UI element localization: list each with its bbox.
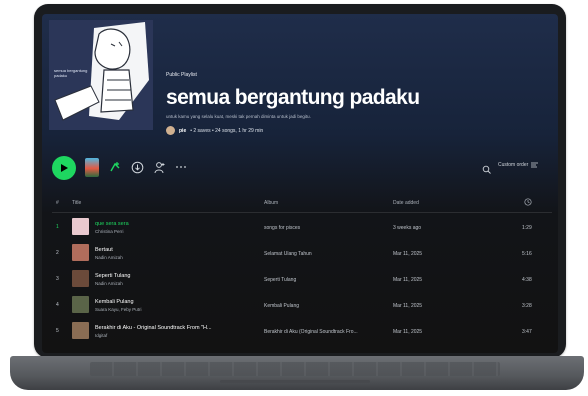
- keyboard: [90, 362, 500, 376]
- table-row[interactable]: 1 que sera sera Christina Perri songs fo…: [52, 216, 552, 238]
- header-num: #: [56, 200, 59, 206]
- table-row[interactable]: 4 Kembali Pulang Suara Kayu, Feby Putri …: [52, 294, 552, 316]
- search-icon: [482, 165, 491, 174]
- playlist-meta: pie • 2 saves • 24 songs, 1 hr 29 min: [166, 126, 546, 135]
- track-number: 4: [56, 302, 59, 308]
- download-icon: [131, 161, 143, 173]
- playlist-stats: • 2 saves • 24 songs, 1 hr 29 min: [190, 127, 264, 134]
- track-artist[interactable]: Suara Kayu, Feby Putri: [95, 307, 142, 312]
- track-artist[interactable]: Nadin Amizah: [95, 281, 123, 286]
- clock-icon: [524, 198, 532, 206]
- playlist-title[interactable]: semua bergantung padaku: [166, 86, 546, 110]
- play-icon: [61, 164, 68, 172]
- track-title[interactable]: que sera sera: [95, 221, 129, 227]
- action-bar: Custom order: [52, 156, 552, 182]
- header-duration: [524, 198, 532, 208]
- table-row[interactable]: 3 Seperti Tulang Nadin Amizah Seperti Tu…: [52, 268, 552, 290]
- track-thumbnail: [72, 296, 89, 313]
- tracklist-header: # Title Album Date added: [52, 196, 552, 210]
- cover-text: semua bergantung padaku: [54, 68, 88, 78]
- track-thumbnail: [72, 218, 89, 235]
- track-date-added: Mar 11, 2025: [393, 303, 423, 309]
- track-date-added: 3 weeks ago: [393, 225, 422, 231]
- invite-collaborator-button[interactable]: [152, 160, 166, 174]
- track-artist[interactable]: Christina Perri: [95, 229, 124, 234]
- download-button[interactable]: [130, 160, 144, 174]
- track-album[interactable]: Selamat Ulang Tahun: [264, 251, 312, 257]
- owner-avatar[interactable]: [166, 126, 175, 135]
- header-title[interactable]: Title: [72, 200, 81, 206]
- add-to-library-icon: [110, 162, 120, 172]
- track-duration: 3:47: [522, 329, 532, 335]
- track-album[interactable]: songs for pisces: [264, 225, 300, 231]
- track-duration: 4:38: [522, 277, 532, 283]
- track-album[interactable]: Berakhir di Aku (Original Soundtrack Fro…: [264, 329, 358, 335]
- playlist-cover: semua bergantung padaku: [49, 20, 153, 130]
- spotify-screen: semua bergantung padaku Public Playlist …: [42, 14, 558, 353]
- playlist-type-label: Public Playlist: [166, 72, 197, 78]
- list-icon: [531, 162, 539, 168]
- table-row[interactable]: 2 Bertaut Nadin Amizah Selamat Ulang Tah…: [52, 242, 552, 264]
- more-icon: [176, 166, 186, 168]
- track-duration: 3:28: [522, 303, 532, 309]
- track-number: 2: [56, 250, 59, 256]
- track-duration: 1:29: [522, 225, 532, 231]
- track-artist[interactable]: Idgitaf: [95, 333, 107, 338]
- add-to-library-button[interactable]: [108, 160, 122, 174]
- table-row[interactable]: 5 Berakhir di Aku - Original Soundtrack …: [52, 320, 552, 342]
- track-number: 3: [56, 276, 59, 282]
- trackpad: [220, 380, 370, 383]
- track-number: 1: [56, 224, 59, 230]
- sort-order-button[interactable]: Custom order: [498, 162, 539, 168]
- track-date-added: Mar 11, 2025: [393, 329, 423, 335]
- sort-order-label: Custom order: [498, 162, 529, 168]
- track-number: 5: [56, 328, 59, 334]
- playlist-thumbnail-button[interactable]: [85, 158, 99, 177]
- add-user-icon: [154, 161, 164, 173]
- track-title[interactable]: Berakhir di Aku - Original Soundtrack Fr…: [95, 325, 212, 331]
- track-artist[interactable]: Nadin Amizah: [95, 255, 123, 260]
- owner-name[interactable]: pie: [179, 128, 186, 134]
- more-options-button[interactable]: [174, 160, 188, 174]
- track-duration: 5:16: [522, 251, 532, 257]
- track-thumbnail: [72, 270, 89, 287]
- track-album[interactable]: Kembali Pulang: [264, 303, 299, 309]
- track-title[interactable]: Kembali Pulang: [95, 299, 134, 305]
- play-button[interactable]: [52, 156, 76, 180]
- header-divider: [52, 212, 552, 213]
- header-album[interactable]: Album: [264, 200, 278, 206]
- track-date-added: Mar 11, 2025: [393, 251, 423, 257]
- track-title[interactable]: Bertaut: [95, 247, 113, 253]
- playlist-header: Public Playlist semua bergantung padaku …: [166, 72, 546, 135]
- track-album[interactable]: Seperti Tulang: [264, 277, 296, 283]
- search-in-playlist-button[interactable]: [482, 162, 492, 174]
- header-date-added[interactable]: Date added: [393, 200, 419, 206]
- track-title[interactable]: Seperti Tulang: [95, 273, 130, 279]
- playlist-description: untuk kamu yang selalu kuat, meski tak p…: [166, 114, 311, 119]
- track-thumbnail: [72, 322, 89, 339]
- track-thumbnail: [72, 244, 89, 261]
- track-date-added: Mar 11, 2025: [393, 277, 423, 283]
